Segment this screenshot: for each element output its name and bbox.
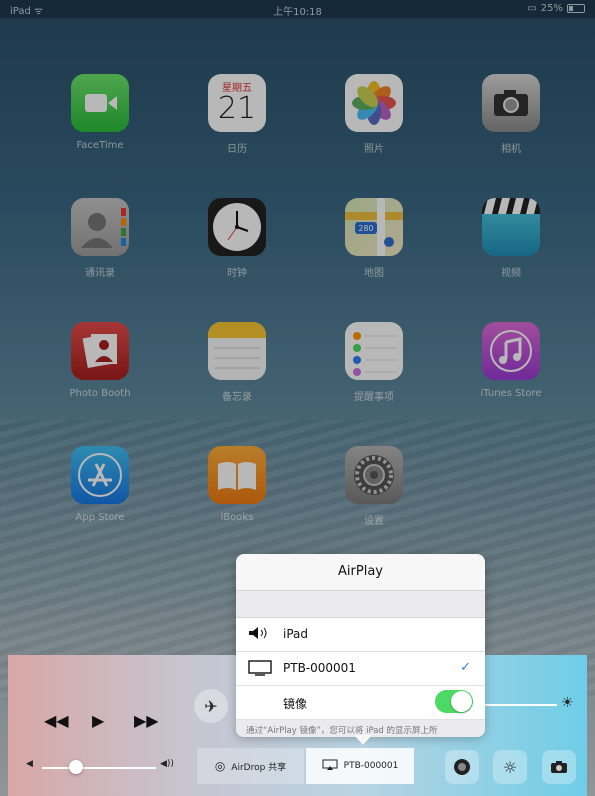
airplay-button[interactable]: PTB-000001 bbox=[306, 748, 414, 784]
volume-slider-track[interactable] bbox=[42, 767, 156, 769]
airplay-icon bbox=[322, 759, 338, 774]
play-icon: ▶ bbox=[92, 711, 105, 730]
airplay-device-ptb[interactable]: PTB-000001 ✓ bbox=[236, 652, 485, 686]
airplay-popover: AirPlay iPad PTB-000001 ✓ 镜像 通过“AirPlay … bbox=[236, 554, 485, 737]
ipad-screen: iPad ᯤ 上午10:18 ▭ 25% FaceTime 星期五 21 日历 bbox=[0, 0, 595, 796]
checkmark-icon: ✓ bbox=[460, 660, 471, 675]
rewind-icon: ◀◀ bbox=[44, 711, 69, 730]
night-shift-icon: ☼ bbox=[502, 757, 518, 777]
volume-low-icon: ◀ bbox=[26, 759, 33, 769]
airplay-popover-arrow bbox=[354, 735, 372, 745]
volume-slider-knob[interactable] bbox=[69, 760, 84, 774]
speaker-icon bbox=[248, 626, 270, 643]
mirroring-toggle[interactable] bbox=[435, 690, 473, 713]
airdrop-icon: ◎ bbox=[214, 759, 226, 773]
volume-high-icon: ◀)) bbox=[160, 759, 174, 769]
airplane-mode-button[interactable]: ✈ bbox=[194, 689, 228, 723]
airplay-section-gap bbox=[236, 591, 485, 618]
play-button[interactable]: ▶ bbox=[92, 711, 104, 730]
night-shift-button[interactable]: ☼ bbox=[493, 750, 527, 784]
airplay-device-ipad[interactable]: iPad bbox=[236, 618, 485, 652]
timer-button[interactable] bbox=[445, 750, 479, 784]
airplane-icon: ✈ bbox=[204, 696, 218, 716]
fast-forward-icon: ▶▶ bbox=[134, 711, 159, 730]
airdrop-button[interactable]: ◎ AirDrop 共享 bbox=[197, 748, 304, 784]
rewind-button[interactable]: ◀◀ bbox=[44, 711, 69, 730]
camera-small-icon bbox=[551, 761, 567, 773]
timer-icon bbox=[454, 759, 470, 775]
tv-monitor-icon bbox=[248, 660, 272, 679]
fast-forward-button[interactable]: ▶▶ bbox=[134, 711, 159, 730]
mirroring-row: 镜像 bbox=[236, 686, 485, 720]
camera-button[interactable] bbox=[542, 750, 576, 784]
airplay-title: AirPlay bbox=[236, 554, 485, 591]
brightness-sun-icon: ☀ bbox=[561, 695, 574, 711]
